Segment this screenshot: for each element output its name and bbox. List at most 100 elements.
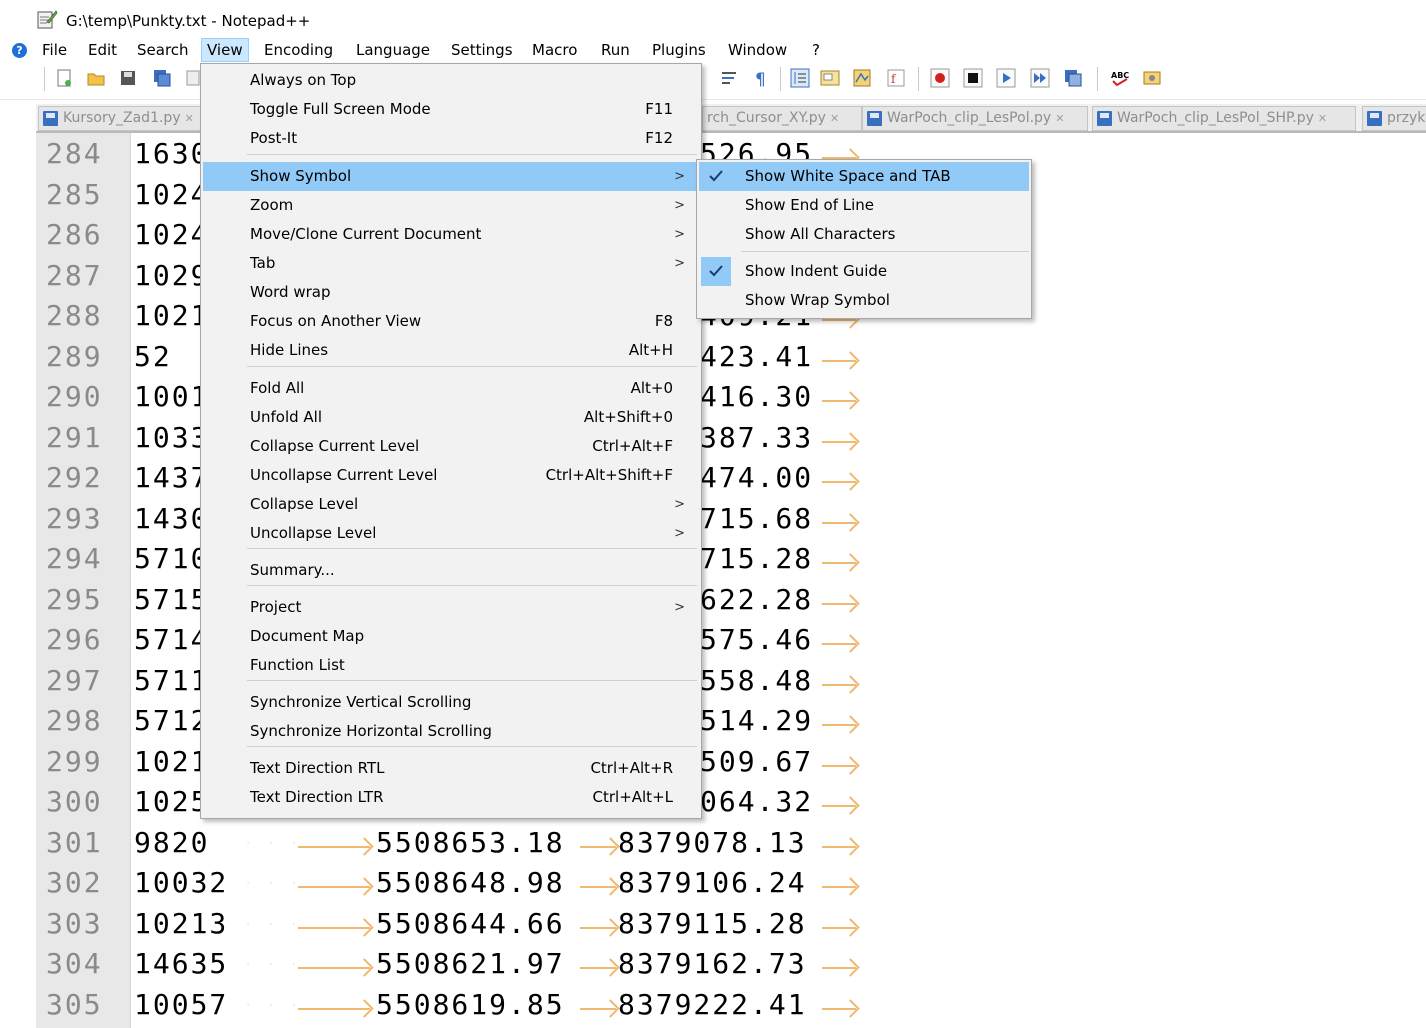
submenu-item-show-wrap-symbol[interactable]: Show Wrap Symbol (699, 286, 1029, 315)
menu-run[interactable]: Run (596, 39, 635, 61)
submenu-item-show-end-of-line[interactable]: Show End of Line (699, 191, 1029, 220)
menu-item-summary[interactable]: Summary... (203, 556, 699, 585)
open-file-icon[interactable] (86, 68, 106, 88)
line-number: 295 (46, 582, 103, 616)
code-field-id: 14635 (134, 947, 229, 980)
close-icon[interactable]: ✕ (1318, 112, 1327, 125)
code-field-id: 10032 (134, 866, 229, 899)
save-icon[interactable] (118, 68, 138, 88)
code-field-id: 10213 (134, 906, 229, 940)
tab-warpoch-clip-lespol[interactable]: WarPoch_clip_LesPol.py ✕ (862, 106, 1088, 131)
help-icon[interactable]: ? (12, 43, 27, 58)
chevron-right-icon: > (674, 497, 685, 512)
menu-item-function-list[interactable]: Function List (203, 651, 699, 680)
chevron-right-icon: > (674, 256, 685, 271)
menu-settings[interactable]: Settings (446, 39, 518, 61)
submenu-item-show-white-space-and-tab[interactable]: Show White Space and TAB (699, 162, 1029, 191)
menu-item-sync-horizontal-scrolling[interactable]: Synchronize Horizontal Scrolling (203, 717, 699, 746)
tab-arrow-symbol (822, 359, 856, 362)
menu-encoding[interactable]: Encoding (259, 39, 338, 61)
menu-item-fold-all[interactable]: Fold All Alt+0 (203, 374, 699, 403)
menu-item-zoom[interactable]: Zoom > (203, 191, 699, 220)
menu-item-project[interactable]: Project > (203, 593, 699, 622)
menu-item-show-symbol[interactable]: Show Symbol > (203, 162, 699, 191)
save-all-icon[interactable] (152, 68, 172, 88)
menu-search[interactable]: Search (132, 39, 194, 61)
submenu-item-label: Show End of Line (745, 196, 875, 214)
menu-item-sync-vertical-scrolling[interactable]: Synchronize Vertical Scrolling (203, 688, 699, 717)
menu-item-document-map[interactable]: Document Map (203, 622, 699, 651)
menu-item-label: Focus on Another View (250, 312, 422, 330)
line-number: 290 (46, 380, 103, 413)
line-number: 291 (46, 420, 103, 454)
menu-item-focus-another-view[interactable]: Focus on Another View F8 (203, 307, 699, 336)
close-icon[interactable]: ✕ (830, 112, 839, 125)
menu-item-label: Show Symbol (250, 167, 352, 185)
menu-item-collapse-current-level[interactable]: Collapse Current Level Ctrl+Alt+F (203, 432, 699, 461)
spell-options-icon[interactable] (1142, 68, 1162, 88)
menu-item-hide-lines[interactable]: Hide Lines Alt+H (203, 336, 699, 365)
tab-label: WarPoch_clip_LesPol.py (887, 110, 1052, 126)
spell-check-icon[interactable]: ABC (1110, 68, 1130, 88)
menu-macro[interactable]: Macro (527, 39, 582, 61)
code-field-y: 064.32 (700, 785, 814, 818)
submenu-item-show-indent-guide[interactable]: Show Indent Guide (699, 257, 1029, 286)
line-number: 294 (46, 542, 103, 575)
code-field-id: 1021 (134, 744, 210, 778)
menu-item-always-on-top[interactable]: Always on Top (203, 66, 699, 95)
menu-separator (741, 251, 1029, 252)
menu-item-label: Uncollapse Level (250, 524, 377, 542)
code-field-id: 5711 (134, 663, 210, 697)
stop-record-icon[interactable] (963, 68, 983, 88)
code-field-y: 423.41 (700, 339, 814, 373)
menu-item-tab[interactable]: Tab > (203, 249, 699, 278)
menu-file[interactable]: File (37, 39, 72, 61)
tab-arrow-symbol (822, 602, 856, 605)
show-all-chars-icon[interactable]: ¶ (755, 70, 766, 90)
menu-language[interactable]: Language (351, 39, 435, 61)
code-field-y: 715.68 (700, 501, 814, 535)
record-macro-icon[interactable] (930, 68, 950, 88)
close-icon[interactable]: ✕ (1055, 112, 1064, 125)
menu-item-text-direction-ltr[interactable]: Text Direction LTR Ctrl+Alt+L (203, 783, 699, 812)
menu-item-collapse-level[interactable]: Collapse Level > (203, 490, 699, 519)
wrap-icon[interactable] (720, 68, 740, 88)
code-field-y: 558.48 (700, 663, 814, 697)
close-icon[interactable]: ✕ (185, 112, 194, 125)
new-file-icon[interactable] (54, 68, 74, 88)
tab-cursor-xy[interactable]: rch_Cursor_XY.py ✕ (702, 106, 862, 131)
indent-guide-icon[interactable] (790, 68, 810, 88)
tab-przykl[interactable]: przykl (1362, 106, 1426, 131)
save-icon (43, 111, 58, 126)
tab-kursory-zad1[interactable]: Kursory_Zad1.py ✕ (38, 106, 226, 131)
tab-warpoch-clip-lespol-shp[interactable]: WarPoch_clip_LesPol_SHP.py ✕ (1092, 106, 1356, 131)
save-icon (867, 111, 882, 126)
code-field-y: 8379106.24 (618, 866, 807, 899)
menu-help[interactable]: ? (807, 39, 825, 61)
doc-map-icon[interactable] (852, 68, 872, 88)
menu-item-toggle-full-screen[interactable]: Toggle Full Screen Mode F11 (203, 95, 699, 124)
menu-view[interactable]: View (201, 38, 249, 62)
menu-item-uncollapse-current-level[interactable]: Uncollapse Current Level Ctrl+Alt+Shift+F (203, 461, 699, 490)
menu-plugins[interactable]: Plugins (647, 39, 711, 61)
tab-label: WarPoch_clip_LesPol_SHP.py (1117, 110, 1314, 126)
menu-item-uncollapse-level[interactable]: Uncollapse Level > (203, 519, 699, 548)
submenu-item-show-all-characters[interactable]: Show All Characters (699, 220, 1029, 249)
function-list-icon[interactable]: f (886, 68, 906, 88)
run-multiple-macro-icon[interactable] (1030, 68, 1050, 88)
menu-item-text-direction-rtl[interactable]: Text Direction RTL Ctrl+Alt+R (203, 754, 699, 783)
tab-arrow-symbol (580, 886, 616, 888)
save-macro-icon[interactable] (1063, 68, 1083, 88)
menu-window[interactable]: Window (723, 39, 792, 61)
window-title: G:\temp\Punkty.txt - Notepad++ (66, 12, 311, 30)
menu-item-unfold-all[interactable]: Unfold All Alt+Shift+0 (203, 403, 699, 432)
menu-item-post-it[interactable]: Post-It F12 (203, 124, 699, 153)
menu-item-label: Text Direction RTL (250, 759, 385, 777)
menu-item-move-clone-document[interactable]: Move/Clone Current Document > (203, 220, 699, 249)
menu-item-word-wrap[interactable]: Word wrap (203, 278, 699, 307)
line-number: 297 (46, 663, 103, 697)
udl-icon[interactable] (820, 68, 840, 88)
menu-edit[interactable]: Edit (83, 39, 122, 61)
play-macro-icon[interactable] (996, 68, 1016, 88)
tab-arrow-symbol (298, 926, 370, 929)
